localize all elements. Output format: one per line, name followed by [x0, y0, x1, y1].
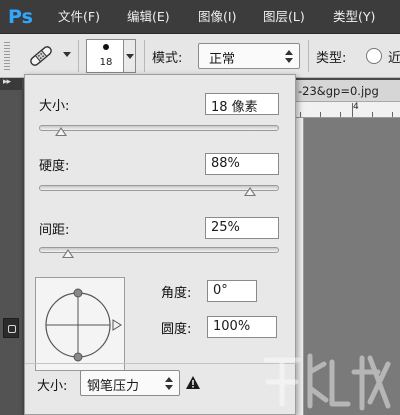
chevron-down-icon: [63, 52, 71, 57]
roundness-label: 圆度:: [161, 322, 192, 337]
select-arrows-icon: [165, 377, 173, 391]
tools-panel-header[interactable]: ▸▸: [0, 77, 22, 90]
tool-preset-picker[interactable]: [22, 42, 72, 70]
healing-brush-icon: [8, 325, 16, 333]
menu-type[interactable]: 类型(Y): [333, 0, 375, 34]
hardness-field[interactable]: 88%: [205, 153, 279, 175]
hardness-label: 硬度:: [39, 159, 70, 174]
divider: [308, 40, 309, 72]
size-value: 18 像素: [211, 100, 258, 115]
document-tab[interactable]: -23&gp=0.jpg: [290, 80, 400, 102]
ruler-tick: [372, 112, 373, 117]
horizontal-ruler: 4: [290, 102, 400, 118]
brush-angle-preview[interactable]: [35, 277, 125, 371]
brush-preset-picker[interactable]: 18: [86, 39, 136, 73]
mode-label: 模式:: [152, 51, 183, 66]
menu-layer[interactable]: 图层(L): [263, 0, 305, 34]
size-control-value: 钢笔压力: [87, 379, 140, 394]
angle-field[interactable]: 0°: [207, 280, 257, 302]
ruler-tick: [392, 112, 393, 117]
options-bar: 18 模式: 正常 类型: 近: [0, 34, 400, 78]
ruler-tick: [320, 112, 321, 117]
size-control-label: 大小:: [37, 379, 68, 394]
size-label: 大小:: [39, 99, 70, 114]
brush-settings-panel: 大小: 18 像素 硬度: 88% 间距: 25% 角度: 0° 圆度: 100…: [24, 74, 297, 415]
size-slider-thumb[interactable]: [54, 127, 67, 136]
divider: [144, 40, 145, 72]
brush-size-readout: 18: [99, 57, 113, 68]
roundness-value: 100%: [213, 319, 251, 334]
type-radio-label: 近: [388, 51, 400, 66]
select-arrows-icon: [285, 50, 293, 64]
type-label: 类型:: [316, 51, 347, 66]
size-slider[interactable]: [39, 125, 279, 131]
band-aid-icon: [30, 46, 52, 66]
spacing-label: 间距:: [39, 223, 70, 238]
menu-edit[interactable]: 编辑(E): [127, 0, 170, 34]
brush-tip-icon: [103, 44, 109, 50]
app-logo: Ps: [8, 6, 33, 28]
hardness-slider-thumb[interactable]: [244, 187, 257, 196]
menu-image[interactable]: 图像(I): [198, 0, 236, 34]
divider: [25, 363, 297, 364]
size-field[interactable]: 18 像素: [205, 93, 279, 115]
spacing-value: 25%: [211, 220, 240, 235]
ruler-number: 4: [353, 102, 359, 112]
tools-panel: ▸▸: [0, 77, 22, 415]
ruler-tick: [352, 103, 353, 117]
ruler-tick: [300, 112, 301, 117]
size-control-select[interactable]: 钢笔压力: [80, 370, 180, 396]
menu-bar: Ps 文件(F) 编辑(E) 图像(I) 图层(L) 类型(Y): [0, 0, 400, 34]
spacing-slider[interactable]: [39, 247, 279, 253]
options-bar-grip[interactable]: [4, 42, 10, 70]
mode-select[interactable]: 正常: [198, 43, 300, 69]
mode-value: 正常: [209, 52, 236, 67]
brush-preset-dropdown[interactable]: [123, 40, 135, 72]
tool-spot-healing[interactable]: [3, 318, 19, 338]
brush-shape-icon: [45, 288, 122, 362]
type-radio[interactable]: [366, 48, 382, 64]
spacing-field[interactable]: 25%: [205, 217, 279, 239]
warning-icon: [186, 376, 200, 389]
menu-file[interactable]: 文件(F): [58, 0, 100, 34]
roundness-field[interactable]: 100%: [207, 316, 277, 338]
spacing-slider-thumb[interactable]: [61, 249, 74, 258]
divider: [78, 40, 79, 72]
angle-label: 角度:: [161, 286, 192, 301]
watermark-logo: [263, 353, 391, 411]
document-tab-title: -23&gp=0.jpg: [298, 84, 379, 98]
expand-icon: ▸▸: [3, 77, 11, 87]
ruler-tick: [340, 112, 341, 117]
hardness-value: 88%: [211, 156, 240, 171]
angle-value: 0°: [213, 283, 228, 298]
hardness-slider[interactable]: [39, 185, 279, 191]
